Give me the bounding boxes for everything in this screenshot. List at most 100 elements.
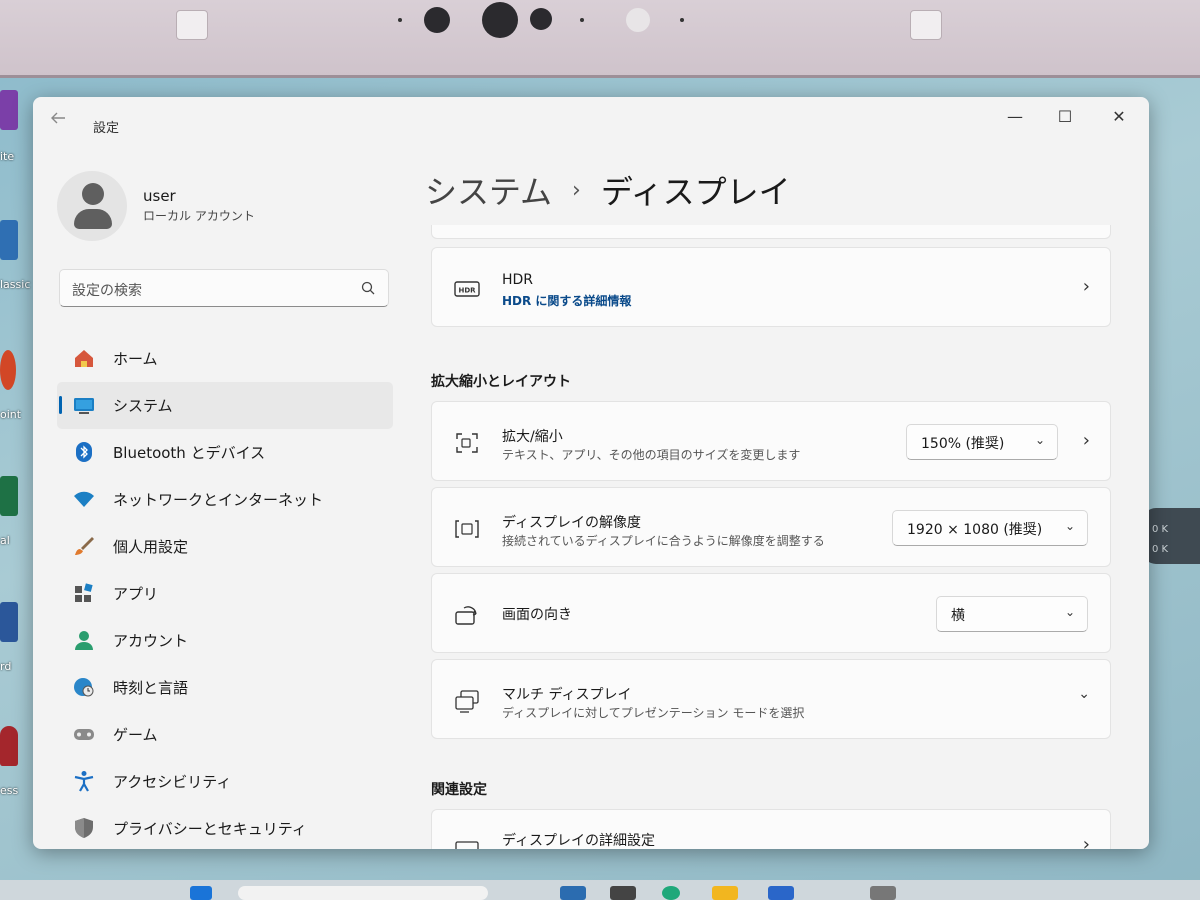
resolution-dropdown-value: 1920 × 1080 (推奨) [907,522,1043,538]
sidebar-item-label: アプリ [113,585,159,603]
taskbar-app-icon[interactable] [560,886,586,900]
breadcrumb: システム › ディスプレイ [425,167,791,213]
scale-dropdown-value: 150% (推奨) [921,436,1005,452]
avatar[interactable] [57,171,127,241]
wifi-icon [74,491,94,507]
sidebar-item-privacy[interactable]: プライバシーとセキュリティ [57,805,393,849]
display-icon [455,841,479,849]
sidebar-nav: ホーム システム Bluetooth とデバイス ネットワークとインターネット … [57,335,393,849]
taskbar-app-icon[interactable] [870,886,896,900]
desktop-icon-label: ite [0,150,15,163]
sidebar-item-gaming[interactable]: ゲーム [57,711,393,758]
chevron-down-icon: ⌄ [1034,433,1045,447]
sidebar-item-bluetooth[interactable]: Bluetooth とデバイス [57,429,393,476]
desktop-app-icon[interactable] [0,350,16,390]
scale-card[interactable]: 拡大/縮小 テキスト、アプリ、その他の項目のサイズを変更します 150% (推奨… [431,401,1111,481]
start-icon[interactable] [190,886,212,900]
bezel-bump-left [176,10,208,40]
laptop-bezel [0,0,1200,78]
webcam-lens [482,2,518,38]
taskbar-app-icon[interactable] [768,886,794,900]
breadcrumb-parent[interactable]: システム [425,173,552,211]
taskbar-app-icon[interactable] [610,886,636,900]
sidebar-item-label: 個人用設定 [113,538,189,556]
account-type: ローカル アカウント [143,209,255,223]
desktop-app-icon[interactable] [0,220,18,260]
orientation-card: 画面の向き 横 ⌄ [431,573,1111,653]
bezel-bump-right [910,10,942,40]
search-icon [361,281,375,295]
sidebar-item-network[interactable]: ネットワークとインターネット [57,476,393,523]
hdr-title: HDR [502,272,534,288]
desktop-app-icon[interactable] [0,726,18,766]
resolution-subtitle: 接続されているディスプレイに合うように解像度を調整する [502,534,825,548]
taskbar-search[interactable] [238,886,488,900]
taskbar-app-icon[interactable] [662,886,680,900]
sidebar-item-apps[interactable]: アプリ [57,570,393,617]
sidebar-item-label: ゲーム [113,726,158,744]
rotate-screen-icon [455,606,477,625]
svg-text:HDR: HDR [458,287,476,295]
desktop-app-icon[interactable] [0,476,18,516]
scale-icon [456,433,478,453]
desktop-app-icon[interactable] [0,602,18,642]
maximize-button[interactable]: ☐ [1045,103,1085,131]
breadcrumb-separator: › [572,178,581,203]
settings-card-partial [431,225,1111,239]
arrow-left-icon [51,112,65,124]
apps-icon [75,583,93,602]
sidebar-item-label: ホーム [113,350,158,368]
desktop-icon-label: oint [0,408,22,421]
close-button[interactable]: ✕ [1099,103,1139,131]
bezel-light-sensor [626,8,650,32]
taskbar [0,880,1200,900]
scale-dropdown[interactable]: 150% (推奨) ⌄ [906,424,1058,460]
settings-window: 設定 — ☐ ✕ user ローカル アカウント 設定の検索 ホーム システム … [33,97,1149,849]
hdr-info-link[interactable]: HDR に関する詳細情報 [502,292,631,309]
globe-clock-icon [74,678,94,697]
network-speed-widget[interactable]: 0 K 0 K [1142,508,1200,564]
chevron-right-icon[interactable]: › [1083,430,1090,451]
bezel-sensor-dot [680,18,684,22]
sidebar-item-system[interactable]: システム [57,382,393,429]
orientation-title: 画面の向き [502,607,572,623]
sidebar-item-label: アクセシビリティ [113,773,232,791]
avatar-body [74,209,112,229]
hdr-card[interactable]: HDR HDR HDR に関する詳細情報 › [431,247,1111,327]
orientation-dropdown[interactable]: 横 ⌄ [936,596,1088,632]
search-placeholder: 設定の検索 [72,283,142,299]
advanced-display-card[interactable]: ディスプレイの詳細設定 › [431,809,1111,849]
resolution-dropdown[interactable]: 1920 × 1080 (推奨) ⌄ [892,510,1088,546]
sidebar-item-time-language[interactable]: 時刻と言語 [57,664,393,711]
upload-speed: 0 K [1152,524,1169,535]
taskbar-app-icon[interactable] [712,886,738,900]
minimize-button[interactable]: — [995,103,1035,131]
orientation-dropdown-value: 横 [951,608,965,624]
resolution-icon [455,520,479,538]
bezel-sensor-dot [398,18,402,22]
download-speed: 0 K [1152,544,1169,555]
sidebar-item-home[interactable]: ホーム [57,335,393,382]
multi-display-card[interactable]: マルチ ディスプレイ ディスプレイに対してプレゼンテーション モードを選択 ⌄ [431,659,1111,739]
bluetooth-icon [76,442,92,462]
sidebar-item-label: 時刻と言語 [113,679,189,697]
sidebar-item-accounts[interactable]: アカウント [57,617,393,664]
desktop-app-icon[interactable] [0,90,18,130]
system-icon [74,398,94,414]
search-input[interactable]: 設定の検索 [59,269,389,307]
shield-icon [75,818,93,838]
sidebar-item-label: アカウント [113,632,189,650]
brush-icon [75,537,94,555]
sidebar-item-accessibility[interactable]: アクセシビリティ [57,758,393,805]
multi-display-title: マルチ ディスプレイ [502,687,632,703]
app-title: 設定 [93,121,120,136]
back-button[interactable] [49,109,73,133]
avatar-head [82,183,104,205]
gamepad-icon [74,729,94,740]
resolution-card: ディスプレイの解像度 接続されているディスプレイに合うように解像度を調整する 1… [431,487,1111,567]
chevron-down-icon[interactable]: ⌄ [1078,686,1090,702]
bezel-sensor-dot [580,18,584,22]
title-bar: 設定 — ☐ ✕ [33,97,1149,137]
sidebar-item-label: Bluetooth とデバイス [113,444,266,462]
sidebar-item-personalization[interactable]: 個人用設定 [57,523,393,570]
